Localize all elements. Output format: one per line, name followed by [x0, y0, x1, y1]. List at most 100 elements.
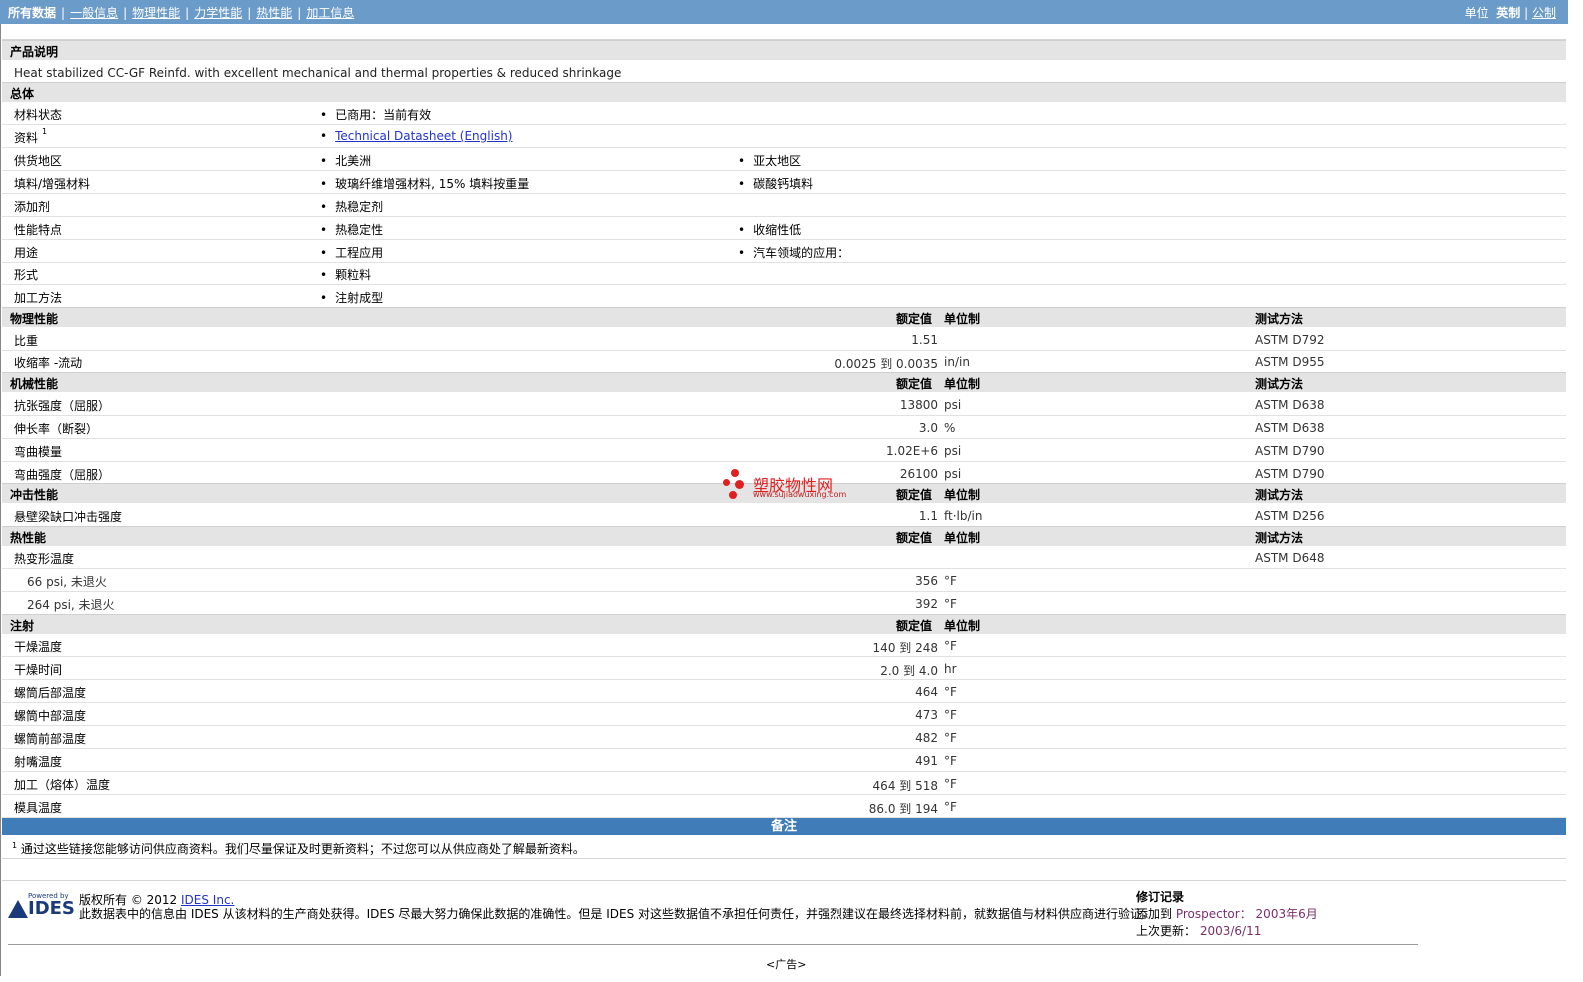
- property-label: 干燥温度: [14, 640, 63, 654]
- property-method: ASTM D648: [1255, 551, 1325, 565]
- datasheet-link[interactable]: Technical Datasheet (English): [335, 129, 512, 143]
- property-row: 干燥温度 140 到 248 °F: [2, 634, 1566, 657]
- property-row: 干燥时间 2.0 到 4.0 hr: [2, 657, 1566, 680]
- section-title: 冲击性能: [10, 488, 59, 502]
- property-value: 482: [915, 731, 938, 745]
- row-value-2: 收缩性低: [738, 221, 801, 238]
- general-row: 用途 工程应用 汽车领域的应用：: [2, 240, 1566, 263]
- row-value-1: 工程应用: [320, 244, 383, 261]
- property-label: 射嘴温度: [14, 755, 63, 769]
- property-unit: °F: [944, 731, 957, 745]
- footnote-ref[interactable]: 1: [42, 127, 47, 136]
- property-value: 2.0 到 4.0: [880, 664, 938, 678]
- property-row: 弯曲模量 1.02E+6 psi ASTM D790: [2, 439, 1566, 462]
- property-label: 螺筒前部温度: [14, 732, 87, 746]
- ides-logo[interactable]: Powered by IDES: [8, 892, 75, 928]
- property-label: 弯曲强度（屈服）: [14, 468, 111, 482]
- row-value-1: 颗粒料: [320, 266, 371, 283]
- section-physical: 物理性能 额定值 单位制 测试方法: [2, 307, 1566, 327]
- property-row: 264 psi, 未退火 392 °F: [2, 592, 1566, 615]
- nav-mechanical[interactable]: 力学性能: [194, 6, 242, 20]
- section-title: 机械性能: [10, 377, 59, 391]
- row-value-1: 热稳定性: [320, 221, 383, 238]
- revision-history: 修订记录 添加到 Prospector： 2003年6月 上次更新： 2003/…: [1136, 888, 1318, 939]
- property-value: 491: [915, 754, 938, 768]
- header-unit: 单位制: [944, 531, 981, 545]
- property-row: 收缩率 -流动 0.0025 到 0.0035 in/in ASTM D955: [2, 350, 1566, 373]
- general-row: 添加剂 热稳定剂: [2, 194, 1566, 217]
- updated-date: 2003/6/11: [1199, 924, 1262, 938]
- property-unit: °F: [944, 754, 957, 768]
- added-date: 2003年6月: [1255, 907, 1318, 921]
- property-unit: psi: [944, 444, 962, 458]
- property-method: ASTM D790: [1255, 444, 1325, 458]
- property-label: 螺筒中部温度: [14, 709, 87, 723]
- footnote: 1 通过这些链接您能够访问供应商资料。我们尽量保证及时更新资料；不过您可以从供应…: [12, 840, 585, 857]
- property-label: 悬壁梁缺口冲击强度: [14, 510, 123, 524]
- property-unit: psi: [944, 467, 962, 481]
- row-label: 添加剂: [14, 200, 51, 214]
- row-value-2: 亚太地区: [738, 152, 801, 169]
- property-row: 螺筒中部温度 473 °F: [2, 703, 1566, 726]
- divider: [2, 858, 1566, 859]
- general-row: 填料/增强材料 玻璃纤维增强材料, 15% 填料按重量 碳酸钙填料: [2, 171, 1566, 194]
- nav-all-data[interactable]: 所有数据: [8, 6, 56, 20]
- row-label: 形式: [14, 268, 39, 282]
- header-unit: 单位制: [944, 488, 981, 502]
- ad-label[interactable]: <广告>: [766, 956, 806, 972]
- row-value-1: 已商用：当前有效: [320, 106, 431, 123]
- top-nav-bar: 所有数据 | 一般信息 | 物理性能 | 力学性能 | 热性能 | 加工信息 单位 英制 | 公制: [0, 0, 1568, 24]
- section-title: 注射: [10, 619, 35, 633]
- property-row: 悬壁梁缺口冲击强度 1.1 ft·lb/in ASTM D256: [2, 504, 1566, 527]
- property-method: ASTM D638: [1255, 421, 1325, 435]
- property-value: 1.51: [911, 333, 938, 347]
- row-label: 资料: [14, 131, 39, 145]
- header-unit: 单位制: [944, 619, 981, 633]
- property-row: 抗张强度（屈服） 13800 psi ASTM D638: [2, 393, 1566, 416]
- property-label: 弯曲模量: [14, 445, 63, 459]
- nav-processing[interactable]: 加工信息: [306, 6, 354, 20]
- divider: [2, 880, 1566, 881]
- row-value-text: 注射成型: [335, 291, 384, 305]
- property-label: 干燥时间: [14, 663, 63, 677]
- product-description: Heat stabilized CC-GF Reinfd. with excel…: [14, 66, 622, 80]
- row-value-1: 北美洲: [320, 152, 371, 169]
- header-value: 额定值: [896, 377, 933, 391]
- header-unit: 单位制: [944, 377, 981, 391]
- property-unit: ft·lb/in: [944, 509, 983, 523]
- property-value: 86.0 到 194: [868, 802, 938, 816]
- header-method: 测试方法: [1255, 531, 1304, 545]
- unit-metric-link[interactable]: 公制: [1532, 6, 1556, 20]
- property-row: 螺筒后部温度 464 °F: [2, 680, 1566, 703]
- row-value-text: 热稳定剂: [335, 200, 384, 214]
- row-label: 供货地区: [14, 154, 63, 168]
- property-unit: °F: [944, 777, 957, 791]
- property-value: 356: [915, 574, 938, 588]
- disclaimer: 此数据表中的信息由 IDES 从该材料的生产商处获得。IDES 尽最大努力确保此…: [79, 907, 1155, 921]
- nav-physical[interactable]: 物理性能: [132, 6, 180, 20]
- section-title: 热性能: [10, 531, 47, 545]
- row-value-text: 热稳定性: [335, 223, 384, 237]
- property-value: 0.0025 到 0.0035: [834, 357, 938, 371]
- property-unit: °F: [944, 685, 957, 699]
- left-border: [0, 24, 1, 976]
- nav-thermal[interactable]: 热性能: [256, 6, 292, 20]
- footer: Powered by IDES 版权所有 © 2012 IDES Inc. 此数…: [8, 888, 1418, 945]
- general-row: 资料1 Technical Datasheet (English): [2, 125, 1566, 148]
- revision-added: 添加到 Prospector： 2003年6月: [1136, 905, 1318, 922]
- row-label: 用途: [14, 246, 39, 260]
- unit-english[interactable]: 英制: [1496, 6, 1520, 20]
- general-row: 形式 颗粒料: [2, 262, 1566, 285]
- revision-title: 修订记录: [1136, 890, 1185, 904]
- property-label: 抗张强度（屈服）: [14, 399, 111, 413]
- property-value: 13800: [899, 398, 938, 412]
- footnote-mark: 1: [12, 841, 18, 850]
- property-value: 473: [915, 708, 938, 722]
- watermark-en: www.sujiaowuxing.com: [753, 490, 847, 499]
- property-row: 伸长率（断裂） 3.0% ASTM D638: [2, 416, 1566, 439]
- property-value: 464 到 518: [872, 779, 938, 793]
- added-label: 添加到: [1136, 907, 1173, 921]
- header-method: 测试方法: [1255, 488, 1304, 502]
- row-value-2: 汽车领域的应用：: [738, 244, 849, 261]
- nav-general-info[interactable]: 一般信息: [70, 6, 118, 20]
